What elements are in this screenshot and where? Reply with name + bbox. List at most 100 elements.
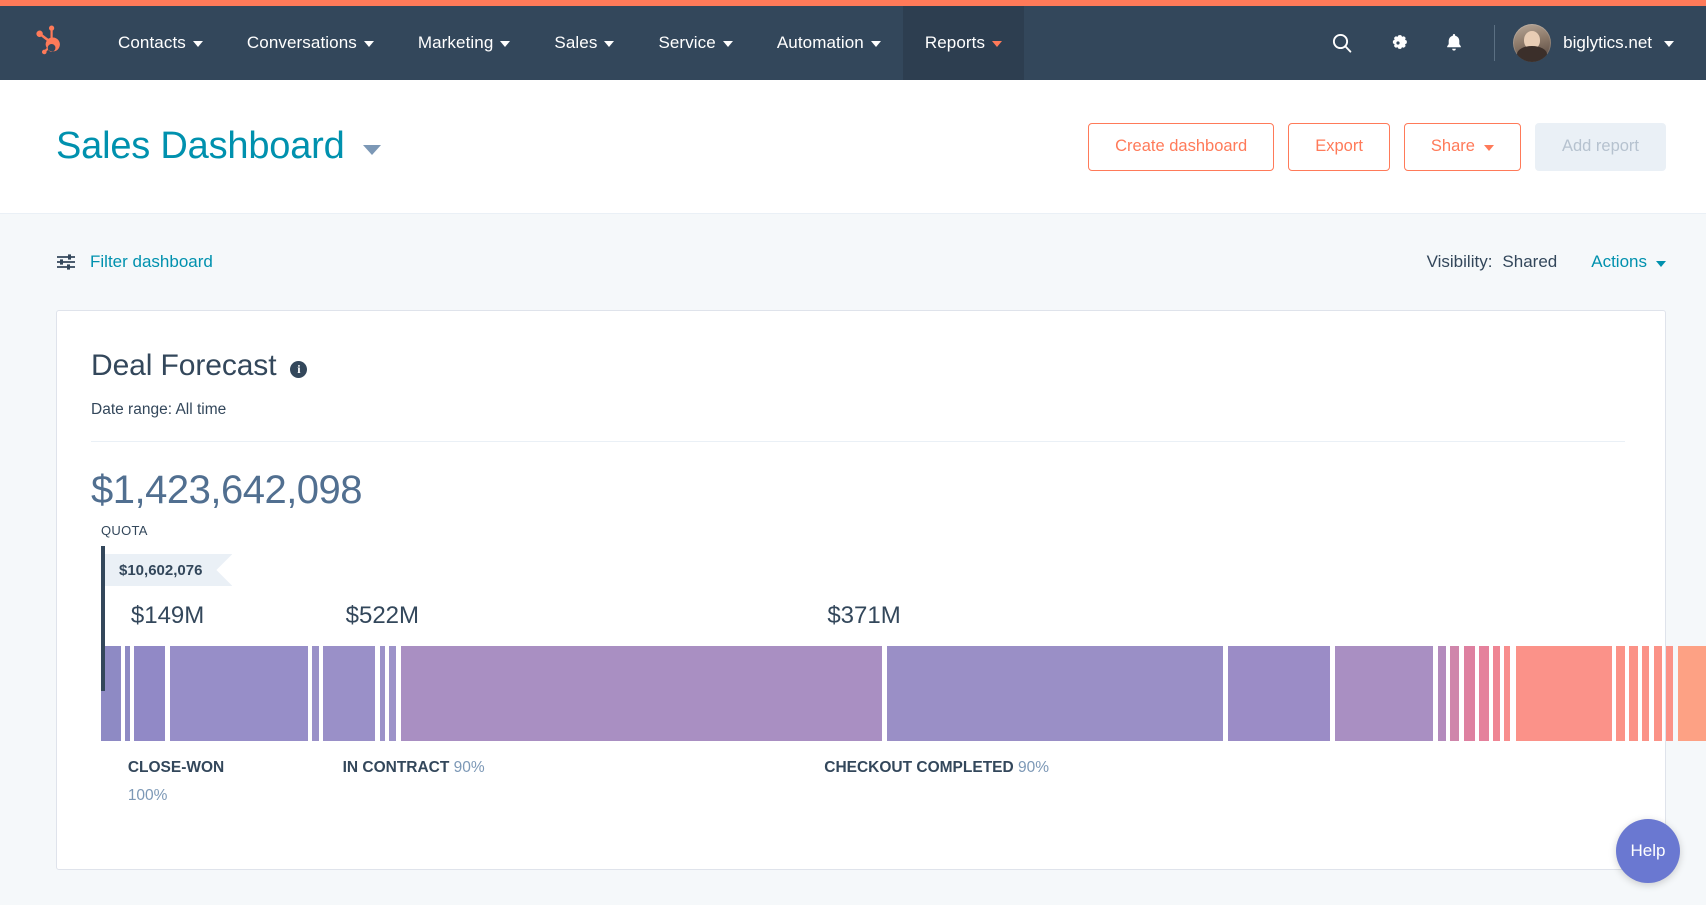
visibility-value: Shared (1502, 252, 1558, 271)
nav-item-service[interactable]: Service (636, 6, 754, 80)
help-button[interactable]: Help (1616, 819, 1680, 883)
stage-label: IN CONTRACT 90% (343, 754, 485, 782)
bar-segment[interactable] (1437, 646, 1446, 741)
forecast-chart: $10,602,076 $149M $522M $371M CLOSE-WON 10… (91, 546, 1706, 804)
card-header: Deal Forecast i (91, 349, 1625, 383)
stage-percent: 90% (453, 759, 485, 776)
bar-segment[interactable] (389, 646, 396, 741)
stage-percent: 100% (127, 787, 168, 804)
filter-bar-right: Visibility: Shared Actions (1427, 252, 1666, 272)
stage-name: CLOSE-WON (127, 759, 225, 776)
share-button[interactable]: Share (1403, 122, 1521, 171)
bar-segment[interactable] (134, 646, 166, 741)
bar-segment[interactable] (1479, 646, 1489, 741)
nav-item-sales[interactable]: Sales (532, 6, 636, 80)
bar-segment[interactable] (323, 646, 375, 741)
nav-item-marketing[interactable]: Marketing (396, 6, 533, 80)
hubspot-logo[interactable] (0, 6, 96, 80)
bar-segment[interactable] (886, 646, 1224, 741)
button-label: Export (1315, 137, 1363, 155)
chevron-down-icon (870, 41, 881, 47)
stage-value-label: $149M (130, 602, 205, 629)
bar-segment[interactable] (400, 646, 883, 741)
date-range: Date range: All time (91, 401, 227, 418)
bell-icon (1447, 34, 1461, 51)
export-button[interactable]: Export (1288, 122, 1390, 171)
bar-segment[interactable] (1642, 646, 1650, 741)
deal-forecast-card: Deal Forecast i Date range: All time $1,… (56, 310, 1706, 870)
stage-name: IN CONTRACT (342, 759, 450, 776)
nav-item-label: Sales (554, 33, 598, 52)
avatar (1513, 24, 1552, 62)
bar-segment[interactable] (1515, 646, 1612, 741)
navbar-divider (1494, 25, 1496, 61)
nav-item-reports[interactable]: Reports (902, 6, 1025, 80)
nav-item-conversations[interactable]: Conversations (225, 6, 396, 80)
visibility-label: Visibility: (1426, 252, 1493, 271)
bar-segment[interactable] (125, 646, 130, 741)
bar-segment[interactable] (1677, 646, 1706, 741)
header-actions: Create dashboard Export Share Add report (1088, 122, 1666, 171)
bar-segment[interactable] (1463, 646, 1475, 741)
bar-segment[interactable] (1616, 646, 1626, 741)
chevron-down-icon (992, 41, 1003, 47)
gear-icon (1393, 35, 1407, 49)
navbar-right-cluster: biglytics.net (1316, 6, 1706, 80)
filter-dashboard-control[interactable]: Filter dashboard (56, 252, 213, 272)
stage-label: CLOSE-WON 100% (128, 754, 258, 810)
nav-item-label: Contacts (118, 33, 186, 52)
settings-button[interactable] (1372, 17, 1424, 69)
button-label: Add report (1561, 137, 1639, 155)
card-divider (91, 441, 1625, 442)
nav-item-label: Reports (924, 33, 986, 52)
account-menu[interactable]: biglytics.net (1513, 24, 1678, 62)
bar-segment[interactable] (1629, 646, 1638, 741)
create-dashboard-button[interactable]: Create dashboard (1088, 122, 1275, 171)
bar-segment[interactable] (1504, 646, 1511, 741)
report-title: Deal Forecast (91, 349, 277, 382)
forecast-total: $1,423,642,098 (91, 468, 363, 512)
stage-value-label: $371M (827, 602, 901, 629)
chevron-down-icon (1664, 41, 1674, 47)
bar-segment[interactable] (1665, 646, 1674, 741)
bar-segment[interactable] (379, 646, 385, 741)
nav-item-label: Automation (776, 33, 864, 52)
bar-segment[interactable] (1450, 646, 1460, 741)
nav-item-label: Service (658, 33, 716, 52)
bar-segment[interactable] (169, 646, 308, 741)
button-label: Share (1430, 137, 1475, 155)
chevron-down-icon (1656, 261, 1666, 267)
info-icon[interactable]: i (290, 360, 308, 378)
nav-item-automation[interactable]: Automation (755, 6, 903, 80)
actions-menu[interactable]: Actions (1591, 252, 1666, 272)
account-name: biglytics.net (1563, 33, 1652, 52)
nav-item-contacts[interactable]: Contacts (96, 6, 225, 80)
chevron-down-icon (722, 41, 733, 47)
dashboard-selector[interactable]: Sales Dashboard (56, 125, 381, 168)
quota-marker-line (101, 546, 105, 691)
chevron-down-icon (362, 144, 381, 155)
search-button[interactable] (1316, 17, 1368, 69)
add-report-button[interactable]: Add report (1534, 122, 1666, 171)
notifications-button[interactable] (1428, 17, 1480, 69)
bar-segment[interactable] (1228, 646, 1331, 741)
bar-segment[interactable] (312, 646, 319, 741)
filter-dashboard-label: Filter dashboard (90, 252, 213, 271)
dashboard-body: Deal Forecast i Date range: All time $1,… (0, 310, 1706, 870)
chevron-down-icon (604, 41, 615, 47)
bar-segment[interactable] (1334, 646, 1433, 741)
chevron-down-icon (192, 41, 203, 47)
nav-item-label: Conversations (246, 33, 357, 52)
page-title: Sales Dashboard (56, 125, 345, 167)
visibility-indicator: Visibility: Shared (1427, 252, 1558, 272)
chevron-down-icon (363, 41, 374, 47)
stage-value-labels: $149M $522M $371M (91, 602, 1625, 636)
bar-segment[interactable] (1653, 646, 1662, 741)
bar-segment[interactable] (1492, 646, 1500, 741)
chevron-down-icon (1483, 144, 1494, 151)
quota-caption: QUOTA (101, 523, 148, 538)
search-icon (1333, 33, 1352, 53)
sliders-icon (57, 254, 75, 270)
button-label: Create dashboard (1115, 137, 1248, 155)
stage-name: CHECKOUT COMPLETED (824, 759, 1014, 776)
